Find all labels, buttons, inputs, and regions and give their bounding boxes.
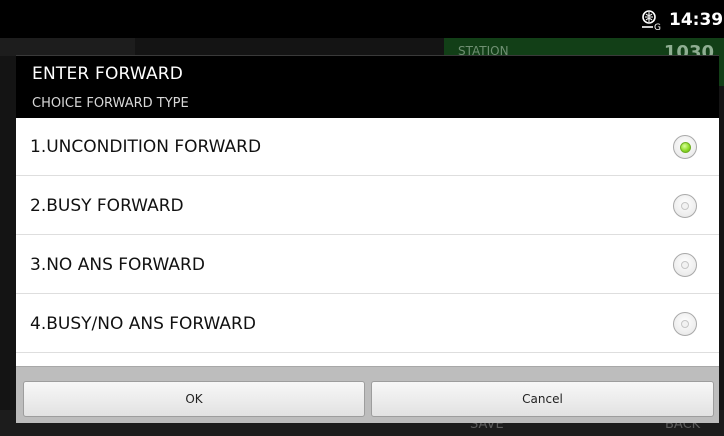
dialog-button-bar: OK Cancel [16,366,719,423]
radio-dot [679,141,691,153]
status-bar: G 14:39 [0,0,724,38]
network-g-icon: G [640,9,662,33]
status-time: 14:39 [669,10,724,30]
forward-type-dialog: ENTER FORWARD CHOICE FORWARD TYPE 1.UNCO… [16,55,719,423]
option-busy-forward[interactable]: 2.BUSY FORWARD [16,177,719,235]
dialog-subtitle: CHOICE FORWARD TYPE [32,96,189,111]
dialog-title: ENTER FORWARD [32,64,184,84]
ok-button[interactable]: OK [23,381,365,417]
forward-options-list: 1.UNCONDITION FORWARD 2.BUSY FORWARD 3.N… [16,118,719,366]
radio-dot [681,261,689,269]
dialog-header: ENTER FORWARD CHOICE FORWARD TYPE [16,55,719,118]
option-label: 4.BUSY/NO ANS FORWARD [30,314,256,334]
radio-selected-icon[interactable] [673,135,697,159]
option-no-ans-forward[interactable]: 3.NO ANS FORWARD [16,236,719,294]
svg-text:G: G [654,23,661,31]
radio-unselected-icon[interactable] [673,312,697,336]
option-label: 3.NO ANS FORWARD [30,255,205,275]
option-label: 2.BUSY FORWARD [30,196,184,216]
option-label: 1.UNCONDITION FORWARD [30,137,262,157]
radio-dot [681,320,689,328]
option-busy-no-ans-forward[interactable]: 4.BUSY/NO ANS FORWARD [16,295,719,353]
radio-dot [681,202,689,210]
cancel-button[interactable]: Cancel [371,381,714,417]
radio-unselected-icon[interactable] [673,253,697,277]
background-tab [0,38,135,56]
radio-unselected-icon[interactable] [673,194,697,218]
option-uncondition-forward[interactable]: 1.UNCONDITION FORWARD [16,118,719,176]
